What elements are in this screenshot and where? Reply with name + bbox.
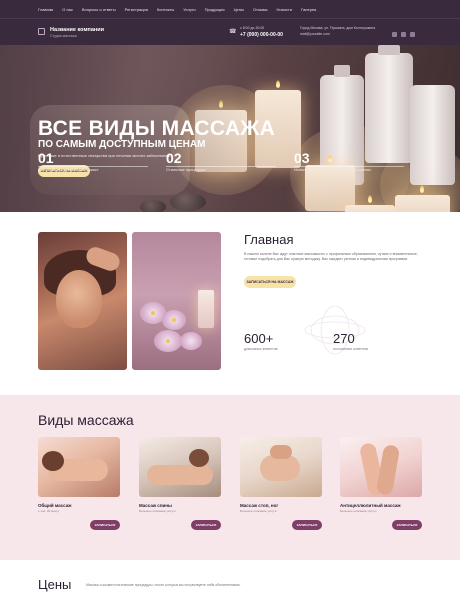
hand-shape	[270, 445, 292, 459]
about-stat-text: постоянных клиентов	[333, 347, 368, 351]
service-card[interactable]: Антицеллюлитный массаж Большое описание …	[340, 437, 422, 530]
nav-item-services[interactable]: Услуги	[183, 7, 195, 12]
service-book-button[interactable]: ЗАПИСАТЬСЯ	[90, 520, 120, 530]
service-card[interactable]: Общий массаж 1 час, 30 минут ЗАПИСАТЬСЯ	[38, 437, 120, 530]
candle-image	[395, 195, 450, 212]
whatsapp-icon[interactable]	[401, 32, 406, 37]
nav-item-about[interactable]: О нас	[62, 7, 73, 12]
hair-shape	[189, 449, 209, 467]
nav-item-faq[interactable]: Вопросы и ответы	[82, 7, 116, 12]
candle-flame	[420, 185, 424, 193]
hero-stat-text: Используем натуральные масла и кремы	[294, 167, 371, 172]
about-photo-orchids	[132, 232, 221, 370]
service-card-name: Массаж спины	[139, 503, 172, 508]
service-card[interactable]: Массаж стоп, ног Большое описание услуги…	[240, 437, 322, 530]
nav-item-gallery[interactable]: Галерея	[301, 7, 316, 12]
about-title: Главная	[244, 232, 294, 247]
oil-bottle-image	[365, 53, 413, 163]
company-name[interactable]: Название компании	[50, 27, 104, 33]
candle-flame	[368, 195, 372, 203]
orchid-core	[151, 311, 155, 315]
email-link[interactable]: mail@yoursite.com	[300, 32, 330, 36]
nav-item-prices[interactable]: Цены	[234, 7, 244, 12]
prices-text: Массаж и косметологические процедуры, по…	[86, 583, 241, 587]
candle-flame	[328, 155, 332, 163]
service-card[interactable]: Массаж спины Большое описание услуги ЗАП…	[139, 437, 221, 530]
body-shape	[147, 465, 213, 485]
service-book-button[interactable]: ЗАПИСАТЬСЯ	[292, 520, 322, 530]
service-book-button[interactable]: ЗАПИСАТЬСЯ	[191, 520, 221, 530]
hero-title: ВСЕ ВИДЫ МАССАЖА	[38, 117, 276, 140]
about-book-button[interactable]: ЗАПИСАТЬСЯ НА МАССАЖ	[244, 276, 296, 288]
orchid-flower	[180, 332, 202, 350]
address: Город Москва, ул. Пушкина, дом Колотушки…	[300, 26, 376, 30]
about-stat-number: 270	[333, 331, 355, 346]
nav-item-contacts[interactable]: Контакты	[157, 7, 174, 12]
about-stat-text: довольных клиентов	[244, 347, 278, 351]
company-tagline: Студия массажа	[50, 34, 77, 38]
service-card-desc: 1 час, 30 минут	[38, 509, 60, 513]
service-card-desc: Большое описание услуги	[240, 509, 277, 513]
service-card-name: Общий массаж	[38, 503, 72, 508]
bottle-cap	[334, 65, 350, 77]
leg-shape	[375, 443, 401, 497]
candle-image	[198, 290, 214, 328]
service-card-image	[38, 437, 120, 497]
site-header: Название компании Студия массажа ☎ с 8:0…	[0, 18, 460, 45]
about-text: В нашем салоне Вас ждут опытные массажис…	[244, 252, 418, 262]
nav-item-reviews[interactable]: Отзывы	[253, 7, 268, 12]
hero-stat-number: 01	[38, 150, 54, 166]
service-card-desc: Большое описание услуги	[340, 509, 377, 513]
phone-icon: ☎	[229, 29, 237, 35]
telegram-icon[interactable]	[410, 32, 415, 37]
hair-shape	[42, 451, 64, 471]
service-card-image	[240, 437, 322, 497]
vk-icon[interactable]	[392, 32, 397, 37]
hero-tagline: Приятные и естественные лекарства при ле…	[38, 153, 171, 158]
about-photo-massage	[38, 232, 127, 370]
hero-stat-text: Сертифицированный массажист	[38, 167, 99, 172]
hero-stat-text: Стильные процедуры	[166, 167, 207, 172]
candle-flame	[276, 80, 280, 88]
decorative-flower-icon	[304, 305, 366, 355]
orchid-core	[166, 339, 170, 343]
hero-stat-number: 03	[294, 150, 310, 166]
service-card-name: Массаж стоп, ног	[240, 503, 279, 508]
candle-image	[345, 205, 395, 212]
hero-banner: ВСЕ ВИДЫ МАССАЖА ПО САМЫМ ДОСТУПНЫМ ЦЕНА…	[0, 45, 460, 212]
nav-item-home[interactable]: Главная	[38, 7, 53, 12]
nav-item-products[interactable]: Продукция	[205, 7, 225, 12]
hero-subtitle: ПО САМЫМ ДОСТУПНЫМ ЦЕНАМ	[38, 139, 206, 150]
service-card-image	[340, 437, 422, 497]
service-card-desc: Большое описание услуги	[139, 509, 176, 513]
work-hours: с 8:00 до 20:00	[240, 26, 265, 30]
about-stat-number: 600+	[244, 331, 274, 346]
logo-icon[interactable]	[38, 28, 45, 35]
top-navigation: Главная О нас Вопросы и ответы Регистрац…	[0, 0, 460, 18]
phone-number[interactable]: +7 (000) 000-00-00	[240, 32, 283, 38]
orchid-core	[172, 318, 176, 322]
hero-stat-number: 02	[166, 150, 182, 166]
bottle-cap	[378, 45, 400, 55]
service-card-name: Антицеллюлитный массаж	[340, 503, 401, 508]
nav-item-registration[interactable]: Регистрация	[125, 7, 148, 12]
oil-bottle-image	[410, 85, 455, 185]
services-title: Виды массажа	[38, 412, 134, 428]
nav-item-news[interactable]: Новости	[277, 7, 292, 12]
prices-title: Цены	[38, 577, 72, 592]
service-book-button[interactable]: ЗАПИСАТЬСЯ	[392, 520, 422, 530]
face-shape	[56, 270, 102, 328]
service-card-image	[139, 437, 221, 497]
